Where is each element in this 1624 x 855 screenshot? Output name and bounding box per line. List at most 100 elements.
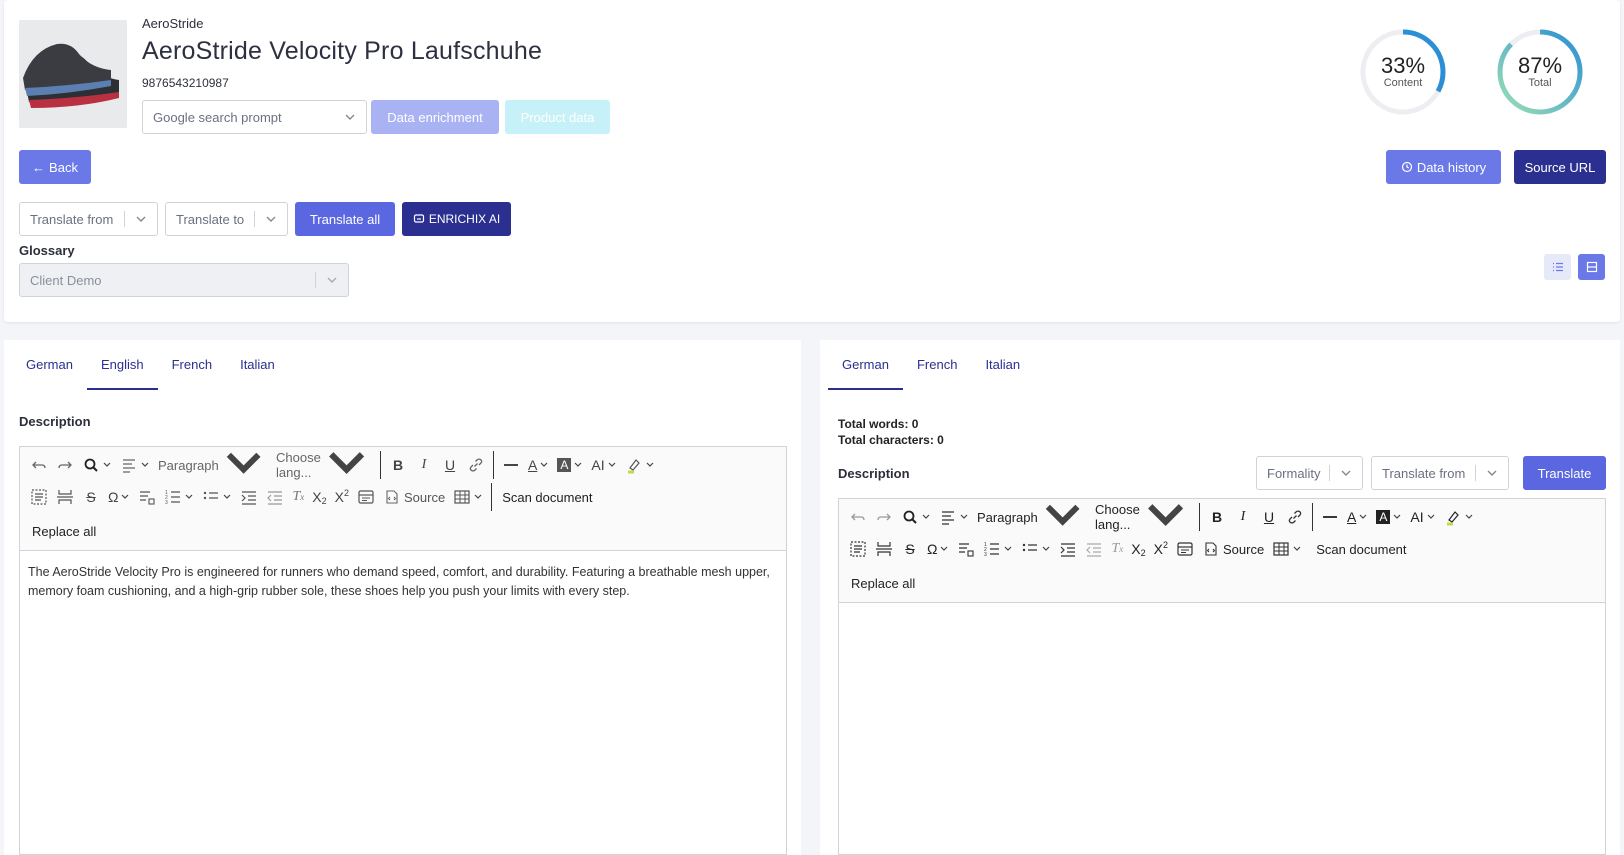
special-characters-icon[interactable]: Ω	[104, 483, 134, 511]
page-break-icon[interactable]	[52, 483, 78, 511]
subscript-icon[interactable]: X2	[308, 483, 330, 511]
find-replace-icon[interactable]	[897, 503, 935, 531]
target-description-text[interactable]	[839, 603, 1605, 627]
select-all-icon[interactable]	[26, 483, 52, 511]
highlight-icon[interactable]	[1440, 503, 1478, 531]
translate-all-button[interactable]: Translate all	[295, 202, 395, 236]
font-size-icon[interactable]: AI	[1406, 503, 1439, 531]
scan-document-button[interactable]: Scan document	[496, 483, 598, 511]
history-icon	[1401, 161, 1412, 173]
editor-toolbar: Paragraph Choose lang... B I U A A AI S …	[839, 499, 1605, 603]
indent-icon[interactable]	[236, 483, 262, 511]
enrichix-ai-button[interactable]: ENRICHIX AI	[402, 202, 511, 236]
source-description-text[interactable]: The AeroStride Velocity Pro is engineere…	[20, 551, 786, 613]
content-gauge-value: 33%	[1380, 53, 1426, 78]
strikethrough-icon[interactable]: S	[897, 535, 923, 563]
page-break-icon[interactable]	[871, 535, 897, 563]
source-button[interactable]: Source	[1198, 535, 1268, 563]
search-prompt-select[interactable]: Google search prompt	[142, 100, 367, 134]
align-icon[interactable]	[935, 503, 973, 531]
horizontal-line-icon[interactable]	[1317, 503, 1343, 531]
enrichix-ai-label: ENRICHIX AI	[428, 212, 501, 226]
undo-icon[interactable]	[26, 451, 52, 479]
list-view-toggle[interactable]	[1544, 254, 1571, 280]
total-gauge-value: 87%	[1517, 53, 1563, 78]
numbered-list-icon[interactable]: 123	[160, 483, 198, 511]
table-icon[interactable]	[1268, 535, 1306, 563]
indent-icon[interactable]	[1055, 535, 1081, 563]
superscript-icon[interactable]: X2	[1150, 535, 1172, 563]
horizontal-line-icon[interactable]	[498, 451, 524, 479]
link-icon[interactable]	[463, 451, 489, 479]
font-color-icon[interactable]: A	[524, 451, 553, 479]
redo-icon[interactable]	[52, 451, 78, 479]
data-enrichment-button[interactable]: Data enrichment	[371, 100, 499, 134]
outdent-icon[interactable]	[262, 483, 288, 511]
chat-icon	[413, 214, 424, 223]
restricted-editing-icon[interactable]	[134, 483, 160, 511]
underline-icon[interactable]: U	[437, 451, 463, 479]
bold-icon[interactable]: B	[1204, 503, 1230, 531]
translate-from-value: Translate from	[30, 211, 114, 227]
link-icon[interactable]	[1282, 503, 1308, 531]
superscript-icon[interactable]: X2	[331, 483, 353, 511]
translate-from-select[interactable]: Translate from	[19, 202, 158, 236]
background-color-icon[interactable]: A	[1372, 503, 1406, 531]
replace-all-button[interactable]: Replace all	[845, 569, 921, 597]
highlight-icon[interactable]	[621, 451, 659, 479]
replace-all-button[interactable]: Replace all	[26, 517, 102, 545]
tab-french[interactable]: French	[158, 352, 226, 390]
language-dropdown-label: Choose lang...	[1095, 502, 1140, 532]
bulleted-list-icon[interactable]	[1017, 535, 1055, 563]
find-replace-icon[interactable]	[78, 451, 116, 479]
scan-document-button[interactable]: Scan document	[1306, 535, 1416, 563]
tab-italian[interactable]: Italian	[226, 352, 289, 390]
align-icon[interactable]	[116, 451, 154, 479]
description-label: Description	[838, 466, 910, 481]
italic-icon[interactable]: I	[1230, 503, 1256, 531]
bold-icon[interactable]: B	[385, 451, 411, 479]
source-language-tabs: German English French Italian	[12, 352, 289, 390]
redo-icon[interactable]	[871, 503, 897, 531]
formality-select[interactable]: Formality	[1256, 456, 1363, 490]
bulleted-list-icon[interactable]	[198, 483, 236, 511]
back-button[interactable]: ← Back	[19, 150, 91, 184]
numbered-list-icon[interactable]: 123	[979, 535, 1017, 563]
product-title: AeroStride Velocity Pro Laufschuhe	[142, 37, 543, 65]
strikethrough-icon[interactable]: S	[78, 483, 104, 511]
outdent-icon[interactable]	[1081, 535, 1107, 563]
data-history-button[interactable]: Data history	[1386, 150, 1501, 184]
glossary-label: Glossary	[19, 243, 75, 258]
translate-from-select[interactable]: Translate from	[1371, 456, 1509, 490]
font-color-icon[interactable]: A	[1343, 503, 1372, 531]
tab-french[interactable]: French	[903, 352, 971, 390]
product-data-button[interactable]: Product data	[505, 100, 610, 134]
html-embed-icon[interactable]	[353, 483, 379, 511]
detail-view-toggle[interactable]	[1578, 254, 1605, 280]
source-button[interactable]: Source	[379, 483, 449, 511]
tab-german[interactable]: German	[12, 352, 87, 390]
translate-to-value: Translate to	[176, 211, 245, 227]
subscript-icon[interactable]: X2	[1127, 535, 1149, 563]
translate-to-select[interactable]: Translate to	[165, 202, 288, 236]
html-embed-icon[interactable]	[1172, 535, 1198, 563]
source-url-button[interactable]: Source URL	[1514, 150, 1606, 184]
glossary-select[interactable]: Client Demo	[19, 263, 349, 297]
italic-icon[interactable]: I	[411, 451, 437, 479]
select-all-icon[interactable]	[845, 535, 871, 563]
font-size-icon[interactable]: AI	[587, 451, 620, 479]
tab-english[interactable]: English	[86, 352, 158, 390]
special-characters-icon[interactable]: Ω	[923, 535, 953, 563]
svg-text:3: 3	[165, 500, 168, 506]
restricted-editing-icon[interactable]	[953, 535, 979, 563]
source-icon	[386, 490, 398, 504]
remove-format-icon[interactable]: Tx	[1107, 535, 1127, 563]
translate-button[interactable]: Translate	[1523, 456, 1606, 490]
background-color-icon[interactable]: A	[553, 451, 587, 479]
undo-icon[interactable]	[845, 503, 871, 531]
remove-format-icon[interactable]: Tx	[288, 483, 308, 511]
table-icon[interactable]	[449, 483, 487, 511]
underline-icon[interactable]: U	[1256, 503, 1282, 531]
tab-german[interactable]: German	[828, 352, 903, 390]
tab-italian[interactable]: Italian	[971, 352, 1034, 390]
